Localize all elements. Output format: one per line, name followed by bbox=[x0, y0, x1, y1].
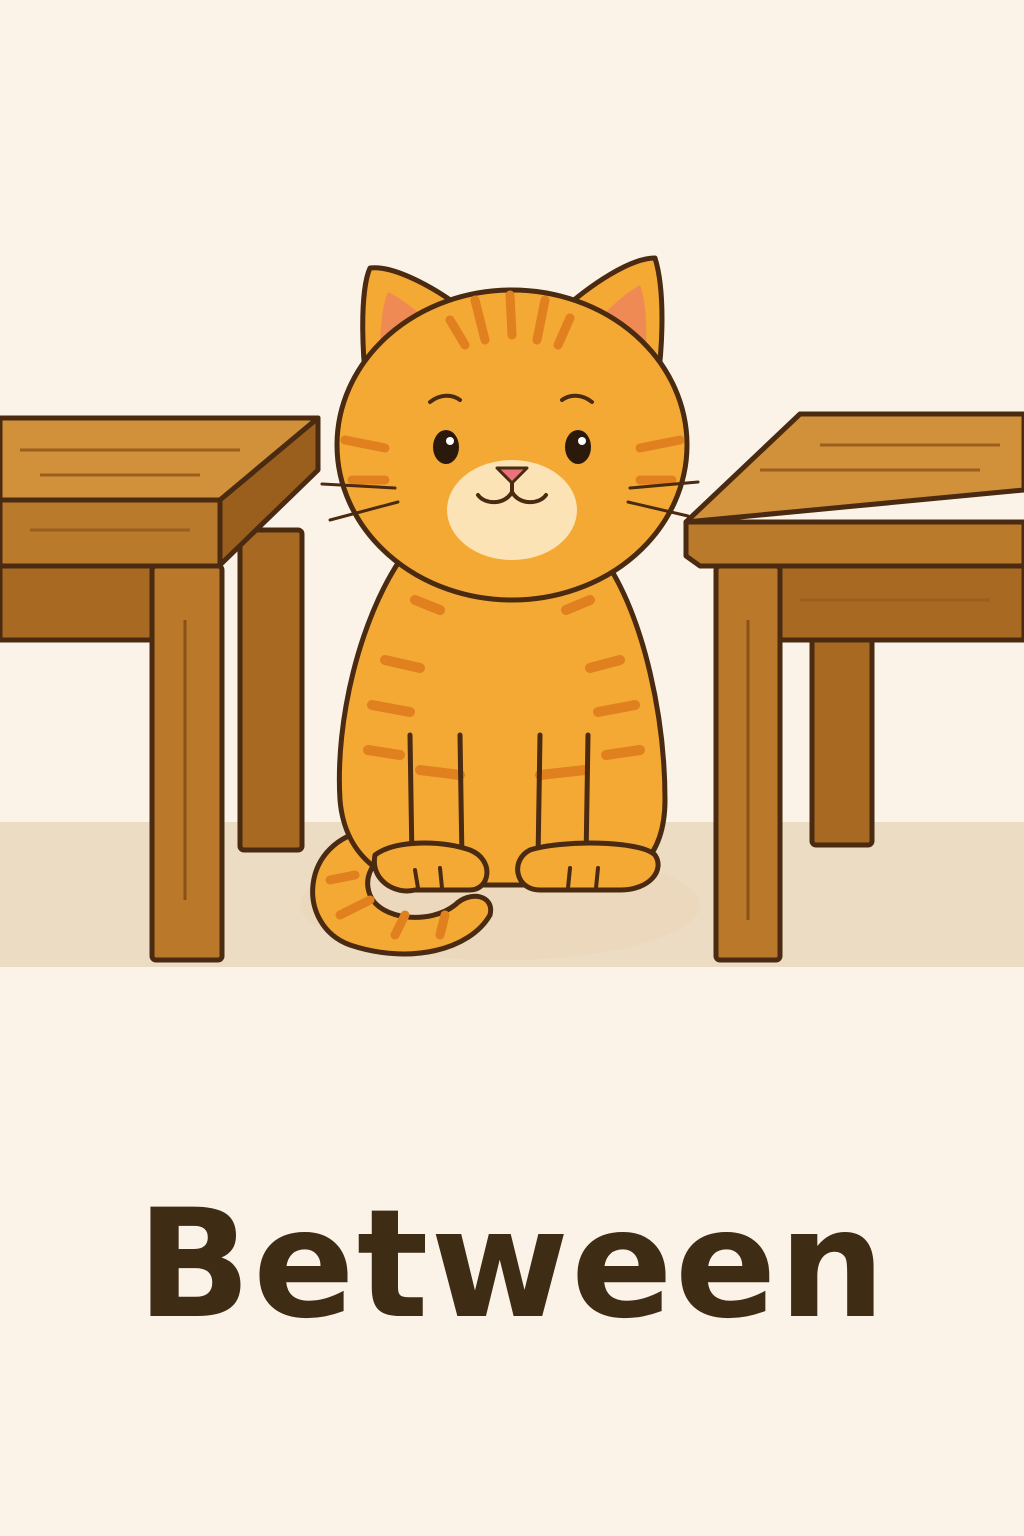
cat-right-eye bbox=[565, 430, 591, 464]
cat-right-paw bbox=[515, 840, 661, 893]
illustration bbox=[0, 255, 1024, 967]
card-word: Between bbox=[136, 1178, 888, 1352]
flashcard: Between bbox=[0, 0, 1024, 1536]
cat-left-paw bbox=[371, 840, 490, 894]
cat-left-eye bbox=[433, 430, 459, 464]
cat-body bbox=[336, 557, 668, 888]
cat bbox=[300, 255, 700, 960]
